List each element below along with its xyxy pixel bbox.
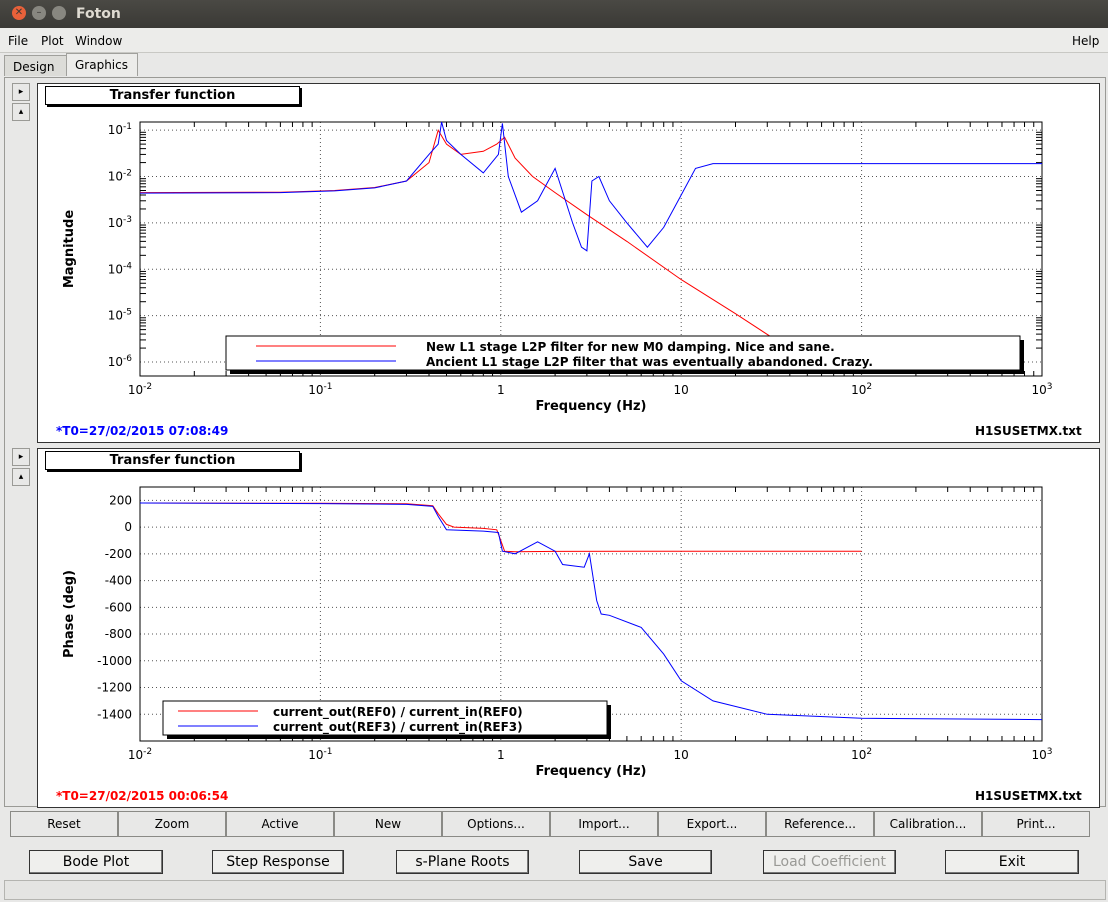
y-tick-label: -1000 bbox=[97, 654, 132, 668]
y-tick-label: 10-6 bbox=[108, 354, 133, 369]
x-tick-label: 10-1 bbox=[308, 747, 332, 762]
y-tick-label: -200 bbox=[105, 547, 132, 561]
load-coefficient-button: Load Coefficient bbox=[763, 850, 896, 874]
import-button[interactable]: Import... bbox=[550, 811, 658, 837]
x-axis-label: Frequency (Hz) bbox=[536, 399, 647, 414]
expand-plot-1-button[interactable]: ▸ bbox=[12, 83, 30, 101]
plot-2-t0: *T0=27/02/2015 00:06:54 bbox=[56, 789, 229, 803]
y-tick-label: -800 bbox=[105, 627, 132, 641]
print-button[interactable]: Print... bbox=[982, 811, 1090, 837]
reference-button[interactable]: Reference... bbox=[766, 811, 874, 837]
magnitude-plot-panel[interactable]: Transfer function 10-2 10-1 1 10 102 103 10-1 1… bbox=[37, 83, 1100, 443]
menu-window[interactable]: Window bbox=[75, 34, 122, 48]
window-title: Foton bbox=[76, 6, 121, 22]
y-tick-label: 10-3 bbox=[108, 215, 132, 230]
y-tick-label: 10-1 bbox=[108, 122, 132, 137]
x-tick-label: 1 bbox=[497, 383, 505, 397]
x-tick-label: 10-2 bbox=[128, 747, 152, 762]
y-tick-label: 10-2 bbox=[108, 169, 132, 184]
step-response-button[interactable]: Step Response bbox=[212, 850, 344, 874]
menu-bar: File Plot Window Help bbox=[0, 28, 1108, 53]
plot-toolbar: Reset Zoom Active New Options... Import.… bbox=[8, 811, 1092, 837]
save-button[interactable]: Save bbox=[579, 850, 712, 874]
calibration-button[interactable]: Calibration... bbox=[874, 811, 982, 837]
menu-file[interactable]: File bbox=[8, 34, 28, 48]
legend-label-1: current_out(REF3) / current_in(REF3) bbox=[273, 720, 523, 735]
y-axis-label: Magnitude bbox=[62, 210, 77, 289]
action-bar: Bode Plot Step Response s-Plane Roots Sa… bbox=[0, 846, 1108, 876]
menu-help[interactable]: Help bbox=[1072, 34, 1099, 48]
x-tick-label: 10-2 bbox=[128, 382, 152, 397]
legend-label-1: Ancient L1 stage L2P filter that was eve… bbox=[426, 355, 873, 369]
reset-button[interactable]: Reset bbox=[10, 811, 118, 837]
status-bar bbox=[4, 880, 1106, 900]
y-tick-label: -1400 bbox=[97, 707, 132, 721]
tab-design[interactable]: Design bbox=[4, 55, 70, 76]
collapse-plot-1-button[interactable]: ▴ bbox=[12, 103, 30, 121]
y-tick-label: 0 bbox=[124, 520, 132, 534]
y-tick-label: -400 bbox=[105, 574, 132, 588]
s-plane-roots-button[interactable]: s-Plane Roots bbox=[396, 850, 529, 874]
plot-1-filename: H1SUSETMX.txt bbox=[975, 424, 1082, 438]
tab-graphics[interactable]: Graphics bbox=[66, 53, 138, 76]
y-tick-label: 200 bbox=[109, 493, 132, 507]
series-line-0 bbox=[139, 128, 791, 350]
legend-label-0: New L1 stage L2P filter for new M0 dampi… bbox=[426, 340, 835, 354]
x-tick-label: 103 bbox=[1031, 382, 1052, 397]
x-tick-label: 103 bbox=[1031, 747, 1052, 762]
active-button[interactable]: Active bbox=[226, 811, 334, 837]
magnitude-chart[interactable]: 10-2 10-1 1 10 102 103 10-1 10-2 10-3 10-4 10-5 10-… bbox=[38, 84, 1099, 442]
x-tick-label: 1 bbox=[497, 748, 505, 762]
x-tick-label: 10-1 bbox=[308, 382, 332, 397]
new-button[interactable]: New bbox=[334, 811, 442, 837]
expand-plot-2-button[interactable]: ▸ bbox=[12, 448, 30, 466]
x-tick-label: 10 bbox=[674, 383, 689, 397]
x-tick-label: 10 bbox=[674, 748, 689, 762]
y-tick-label: -600 bbox=[105, 600, 132, 614]
y-axis-label: Phase (deg) bbox=[62, 570, 77, 658]
x-tick-label: 102 bbox=[851, 747, 872, 762]
x-axis-label: Frequency (Hz) bbox=[536, 764, 647, 779]
series-line-1 bbox=[139, 502, 1043, 721]
y-tick-label: -1200 bbox=[97, 681, 132, 695]
minimize-window-icon[interactable]: – bbox=[32, 6, 46, 20]
phase-plot-panel[interactable]: Transfer function 10-2 10-1 1 10 102 103 200 0-… bbox=[37, 448, 1100, 808]
export-button[interactable]: Export... bbox=[658, 811, 766, 837]
close-window-icon[interactable]: ✕ bbox=[12, 6, 26, 20]
options-button[interactable]: Options... bbox=[442, 811, 550, 837]
title-bar: ✕ – Foton bbox=[0, 0, 1108, 28]
series-line-1 bbox=[139, 121, 1042, 252]
exit-button[interactable]: Exit bbox=[945, 850, 1079, 874]
phase-chart[interactable]: 10-2 10-1 1 10 102 103 200 0 -200 -400 -600 -800 -10… bbox=[38, 449, 1099, 807]
collapse-plot-2-button[interactable]: ▴ bbox=[12, 468, 30, 486]
x-tick-label: 102 bbox=[851, 382, 872, 397]
plot-1-t0: *T0=27/02/2015 07:08:49 bbox=[56, 424, 229, 438]
y-tick-label: 10-5 bbox=[108, 308, 132, 323]
bode-plot-button[interactable]: Bode Plot bbox=[29, 850, 163, 874]
legend-label-0: current_out(REF0) / current_in(REF0) bbox=[273, 705, 523, 720]
y-tick-label: 10-4 bbox=[108, 261, 133, 276]
maximize-window-icon[interactable] bbox=[52, 6, 66, 20]
zoom-button[interactable]: Zoom bbox=[118, 811, 226, 837]
plot-2-filename: H1SUSETMX.txt bbox=[975, 789, 1082, 803]
menu-plot[interactable]: Plot bbox=[41, 34, 64, 48]
